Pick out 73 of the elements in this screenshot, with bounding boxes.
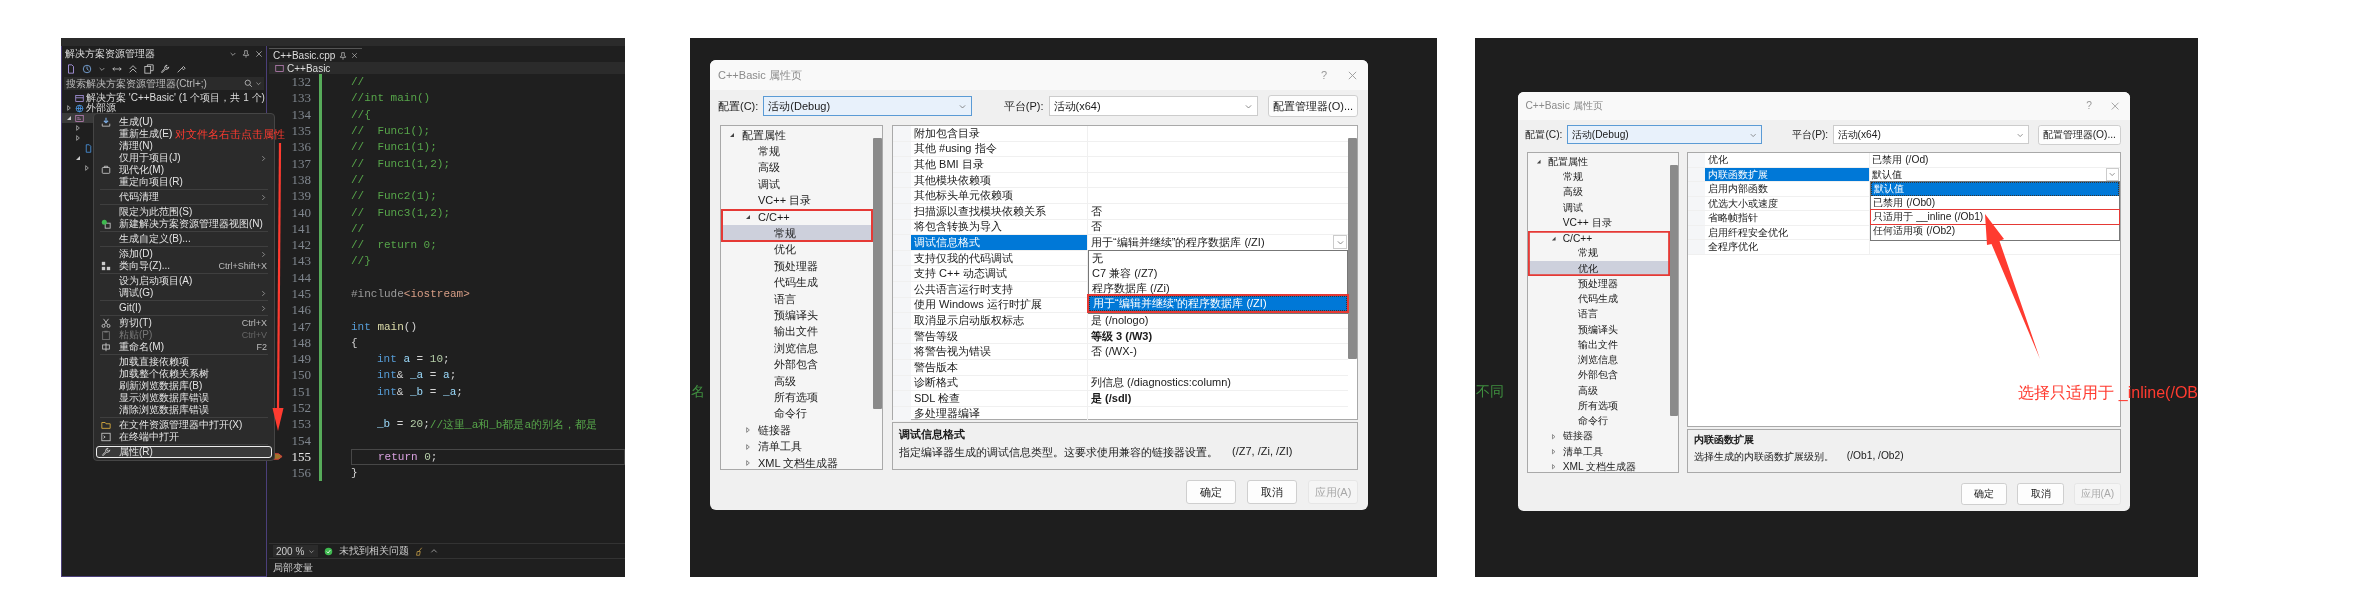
panel-title: 解决方案资源管理器 bbox=[65, 47, 156, 61]
background-code-text: 名 bbox=[691, 383, 705, 401]
code-line: } bbox=[351, 466, 359, 482]
code-line: // bbox=[351, 221, 366, 237]
code-line: int& _a = a; bbox=[376, 368, 458, 384]
line-number: 151 bbox=[290, 383, 311, 400]
description-title: 内联函数扩展 bbox=[1693, 433, 1755, 448]
property-value: 等级 3 (/W3) bbox=[1090, 328, 1154, 344]
property-value: 列信息 (/diagnostics:column) bbox=[1090, 375, 1232, 391]
line-number: 136 bbox=[290, 139, 311, 156]
code-line: //{ bbox=[351, 107, 372, 123]
code-line: //} bbox=[351, 254, 372, 270]
window-title: C++Basic 属性页 bbox=[1525, 98, 1604, 113]
line-number: 138 bbox=[290, 171, 311, 188]
property-value: 否 (/WX-) bbox=[1090, 344, 1138, 359]
field-label: 平台(P): bbox=[1003, 98, 1044, 114]
description-text: 指定编译器生成的调试信息类型。这要求使用兼容的链接器设置。 bbox=[899, 445, 1218, 460]
code-line: _b = 20;//这里_a和_b都是a的别名，都是 bbox=[376, 417, 599, 433]
code-line: #include<iostream> bbox=[351, 287, 471, 302]
annotation-text: 对文件名右击点击属性 bbox=[175, 128, 285, 141]
line-number: 140 bbox=[290, 204, 311, 221]
property-value: 是 (/sdl) bbox=[1090, 391, 1133, 406]
line-number: 149 bbox=[290, 351, 311, 368]
line-number: 145 bbox=[290, 286, 311, 302]
line-number: 154 bbox=[290, 432, 311, 449]
description-text: 选择生成的内联函数扩展级别。 bbox=[1693, 450, 1834, 465]
line-number: 152 bbox=[290, 400, 311, 417]
code-line: { bbox=[351, 335, 359, 351]
line-number: 142 bbox=[290, 237, 311, 254]
property-value: 已禁用 (/Od) bbox=[1871, 153, 1930, 167]
field-label: 配置(C): bbox=[718, 98, 759, 114]
line-number: 135 bbox=[290, 123, 311, 140]
line-number: 132 bbox=[290, 74, 311, 91]
field-label: 平台(P): bbox=[1791, 127, 1829, 142]
code-line: //int main() bbox=[351, 91, 432, 107]
code-line: // Func3(1,2); bbox=[351, 205, 452, 221]
code-line: // Func1(1,2); bbox=[351, 156, 452, 172]
property-value: 否 bbox=[1090, 203, 1103, 219]
code-line: int& _b = _a; bbox=[376, 384, 464, 400]
field-label: 配置(C): bbox=[1525, 127, 1563, 142]
code-line: int main() bbox=[351, 319, 419, 335]
property-value: 默认值 bbox=[1872, 167, 1904, 182]
line-number: 139 bbox=[290, 188, 311, 205]
code-line: // Func1(1); bbox=[351, 140, 438, 156]
property-value: 是 (/nologo) bbox=[1090, 313, 1150, 328]
line-number: 137 bbox=[290, 155, 311, 172]
line-number: 143 bbox=[290, 253, 311, 270]
line-number: 133 bbox=[290, 90, 311, 107]
switch-list: (/Z7, /Zi, /ZI) bbox=[1232, 445, 1293, 460]
switch-list: (/Ob1, /Ob2) bbox=[1846, 450, 1904, 465]
property-value: 否 bbox=[1090, 219, 1103, 235]
line-number: 153 bbox=[290, 416, 311, 433]
line-number: 134 bbox=[290, 106, 311, 123]
code-line: // return 0; bbox=[351, 238, 438, 254]
status-text: 未找到相关问题 bbox=[339, 544, 410, 558]
window-title: C++Basic 属性页 bbox=[718, 67, 803, 83]
code-line: // Func2(1); bbox=[351, 189, 438, 205]
line-number: 156 bbox=[290, 465, 311, 482]
line-number: 147 bbox=[290, 318, 311, 335]
line-number: 150 bbox=[290, 367, 311, 384]
scope-label: C++Basic bbox=[287, 62, 331, 74]
code-line: // Func1(); bbox=[351, 124, 432, 140]
description-title: 调试信息格式 bbox=[899, 427, 966, 442]
code-line: // bbox=[351, 75, 366, 91]
background-code-text: 不同 bbox=[1476, 383, 1504, 401]
line-number: 144 bbox=[290, 269, 311, 286]
code-line: // bbox=[351, 172, 366, 188]
line-number: 155 bbox=[290, 448, 311, 465]
code-line: int a = 10; bbox=[376, 352, 451, 368]
line-number: 148 bbox=[290, 334, 311, 351]
line-number: 141 bbox=[290, 220, 311, 237]
line-number: 146 bbox=[290, 302, 311, 319]
property-value: 用于“编辑并继续”的程序数据库 (/ZI) bbox=[1091, 234, 1266, 250]
